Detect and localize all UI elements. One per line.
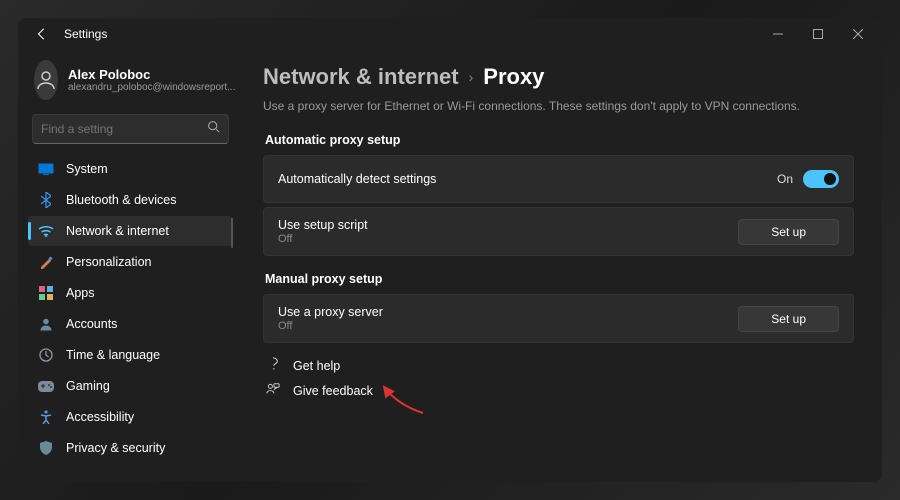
sidebar: Alex Poloboc alexandru_poloboc@windowsre… (18, 50, 243, 482)
setting-title: Use setup script (278, 218, 738, 232)
accessibility-icon (38, 409, 54, 425)
system-icon (38, 161, 54, 177)
profile-block[interactable]: Alex Poloboc alexandru_poloboc@windowsre… (28, 56, 233, 112)
search-icon (207, 120, 220, 138)
auto-detect-toggle[interactable] (803, 170, 839, 188)
sidebar-item-system[interactable]: System (28, 154, 233, 184)
setting-sub: Off (278, 320, 738, 332)
setting-setup-script: Use setup script Off Set up (263, 207, 854, 256)
window-title: Settings (64, 27, 107, 41)
network-icon (38, 223, 54, 239)
setting-auto-detect: Automatically detect settings On (263, 155, 854, 203)
sidebar-item-accounts[interactable]: Accounts (28, 309, 233, 339)
back-button[interactable] (28, 20, 56, 48)
nav-list: System Bluetooth & devices Network & inter… (28, 154, 233, 463)
setup-script-button[interactable]: Set up (738, 219, 839, 245)
breadcrumb-root[interactable]: Network & internet (263, 64, 459, 90)
time-icon (38, 347, 54, 363)
settings-window: Settings Alex Po (18, 18, 882, 482)
help-label: Get help (293, 359, 340, 373)
sidebar-item-label: Accessibility (66, 410, 134, 424)
setting-title: Use a proxy server (278, 305, 738, 319)
feedback-label: Give feedback (293, 384, 373, 398)
main-content: Network & internet › Proxy Use a proxy s… (243, 50, 882, 482)
profile-email: alexandru_poloboc@windowsreport... (68, 82, 235, 93)
sidebar-item-label: Network & internet (66, 224, 169, 238)
setting-sub: Off (278, 233, 738, 245)
use-proxy-setup-button[interactable]: Set up (738, 306, 839, 332)
sidebar-item-label: Personalization (66, 255, 151, 269)
breadcrumb: Network & internet › Proxy (263, 64, 854, 90)
sidebar-item-personalization[interactable]: Personalization (28, 247, 233, 277)
sidebar-item-label: Privacy & security (66, 441, 165, 455)
sidebar-item-label: Apps (66, 286, 95, 300)
personalization-icon (38, 254, 54, 270)
gaming-icon (38, 378, 54, 394)
help-links: Get help Give feedback (263, 357, 854, 399)
sidebar-item-label: Accounts (66, 317, 117, 331)
give-feedback-link[interactable]: Give feedback (265, 382, 854, 399)
profile-text: Alex Poloboc alexandru_poloboc@windowsre… (68, 67, 235, 93)
sidebar-item-apps[interactable]: Apps (28, 278, 233, 308)
privacy-icon (38, 440, 54, 456)
maximize-button[interactable] (798, 20, 838, 48)
profile-name: Alex Poloboc (68, 67, 235, 82)
sidebar-item-label: Gaming (66, 379, 110, 393)
sidebar-item-privacy-security[interactable]: Privacy & security (28, 433, 233, 463)
sidebar-item-gaming[interactable]: Gaming (28, 371, 233, 401)
avatar (34, 60, 58, 100)
help-icon (265, 357, 281, 374)
search-box[interactable] (32, 114, 229, 144)
bluetooth-icon (38, 192, 54, 208)
titlebar: Settings (18, 18, 882, 50)
sidebar-item-accessibility[interactable]: Accessibility (28, 402, 233, 432)
setting-title: Automatically detect settings (278, 172, 777, 186)
sidebar-item-label: Time & language (66, 348, 160, 362)
minimize-button[interactable] (758, 20, 798, 48)
window-controls (758, 20, 878, 48)
accounts-icon (38, 316, 54, 332)
sidebar-item-time-language[interactable]: Time & language (28, 340, 233, 370)
sidebar-item-bluetooth-devices[interactable]: Bluetooth & devices (28, 185, 233, 215)
close-button[interactable] (838, 20, 878, 48)
section-header-auto: Automatic proxy setup (265, 133, 854, 147)
toggle-label: On (777, 172, 793, 186)
get-help-link[interactable]: Get help (265, 357, 854, 374)
sidebar-item-network-internet[interactable]: Network & internet (28, 216, 233, 246)
setting-use-proxy: Use a proxy server Off Set up (263, 294, 854, 343)
sidebar-item-label: Bluetooth & devices (66, 193, 177, 207)
apps-icon (38, 285, 54, 301)
breadcrumb-leaf: Proxy (483, 64, 544, 90)
toggle-knob (824, 173, 836, 185)
person-icon (34, 68, 58, 92)
search-input[interactable] (41, 122, 207, 136)
chevron-right-icon: › (469, 69, 474, 85)
page-description: Use a proxy server for Ethernet or Wi-Fi… (263, 98, 854, 115)
section-header-manual: Manual proxy setup (265, 272, 854, 286)
feedback-icon (265, 382, 281, 399)
sidebar-item-label: System (66, 162, 108, 176)
